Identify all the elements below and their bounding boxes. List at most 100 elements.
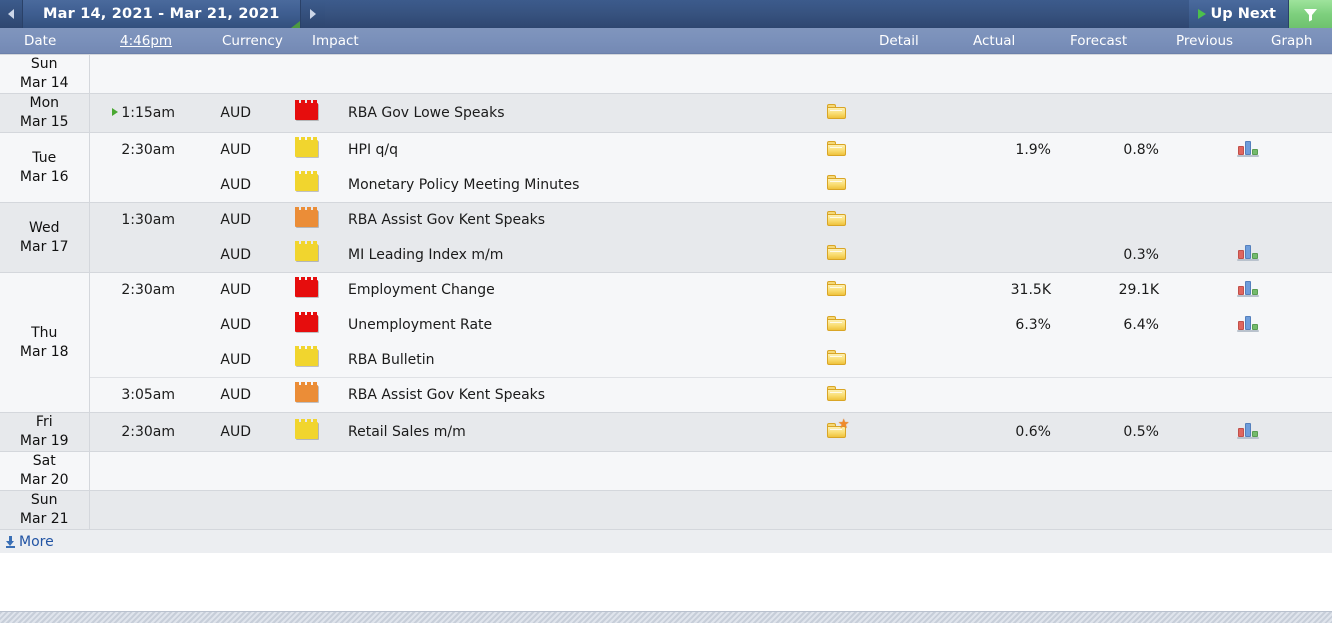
- next-week-button[interactable]: [301, 0, 325, 28]
- column-header-actual[interactable]: Actual: [973, 33, 1015, 49]
- impact-red-icon[interactable]: [295, 103, 318, 120]
- graph-cell[interactable]: [1177, 238, 1332, 273]
- column-header-time[interactable]: 4:46pm: [120, 33, 172, 49]
- impact-orange-icon[interactable]: [295, 385, 318, 402]
- folder-icon[interactable]: [827, 104, 846, 119]
- event-cell[interactable]: RBA Gov Lowe Speaks: [337, 94, 797, 133]
- impact-yellow-icon[interactable]: [295, 174, 318, 191]
- graph-cell[interactable]: [1177, 308, 1332, 343]
- impact-cell[interactable]: [275, 491, 337, 530]
- folder-icon[interactable]: [827, 350, 846, 365]
- impact-red-icon[interactable]: [295, 280, 318, 297]
- impact-orange-icon[interactable]: [295, 210, 318, 227]
- table-row[interactable]: 3:05amAUDRBA Assist Gov Kent Speaks: [0, 378, 1332, 413]
- table-row[interactable]: AUDUnemployment Rate6.3%6.4%: [0, 308, 1332, 343]
- detail-cell[interactable]: [797, 343, 875, 378]
- folder-icon[interactable]: [827, 386, 846, 401]
- event-cell[interactable]: RBA Assist Gov Kent Speaks: [337, 378, 797, 413]
- column-header-date[interactable]: Date: [24, 33, 56, 49]
- column-header-previous[interactable]: Previous: [1176, 33, 1233, 49]
- detail-cell[interactable]: [797, 94, 875, 133]
- table-row[interactable]: FriMar 192:30amAUDRetail Sales m/m★0.6%0…: [0, 413, 1332, 452]
- impact-yellow-icon[interactable]: [295, 244, 318, 261]
- bar-chart-icon[interactable]: [1237, 422, 1259, 439]
- folder-icon[interactable]: [827, 175, 846, 190]
- impact-cell[interactable]: [275, 413, 337, 452]
- column-header-forecast[interactable]: Forecast: [1070, 33, 1127, 49]
- graph-cell[interactable]: [1177, 413, 1332, 452]
- detail-cell[interactable]: [797, 238, 875, 273]
- graph-cell[interactable]: [1177, 491, 1332, 530]
- more-link[interactable]: More: [19, 534, 54, 550]
- event-cell[interactable]: HPI q/q: [337, 133, 797, 168]
- column-header-detail[interactable]: Detail: [879, 33, 919, 49]
- impact-cell[interactable]: [275, 273, 337, 308]
- detail-cell[interactable]: [797, 203, 875, 238]
- bar-chart-icon[interactable]: [1237, 280, 1259, 297]
- table-row[interactable]: SunMar 21: [0, 491, 1332, 530]
- resize-handle[interactable]: [0, 611, 1332, 623]
- folder-icon[interactable]: [827, 316, 846, 331]
- graph-cell[interactable]: [1177, 203, 1332, 238]
- impact-cell[interactable]: [275, 94, 337, 133]
- impact-cell[interactable]: [275, 308, 337, 343]
- event-cell[interactable]: Monetary Policy Meeting Minutes: [337, 168, 797, 203]
- filter-button[interactable]: [1288, 0, 1332, 28]
- event-cell[interactable]: Employment Change: [337, 273, 797, 308]
- bar-chart-icon[interactable]: [1237, 315, 1259, 332]
- detail-cell[interactable]: [797, 133, 875, 168]
- event-cell[interactable]: [337, 491, 797, 530]
- impact-yellow-icon[interactable]: [295, 422, 318, 439]
- graph-cell[interactable]: [1177, 273, 1332, 308]
- column-header-impact[interactable]: Impact: [312, 33, 359, 49]
- table-row[interactable]: WedMar 171:30amAUDRBA Assist Gov Kent Sp…: [0, 203, 1332, 238]
- table-row[interactable]: MonMar 151:15amAUDRBA Gov Lowe Speaks: [0, 94, 1332, 133]
- folder-icon[interactable]: [827, 281, 846, 296]
- impact-yellow-icon[interactable]: [295, 349, 318, 366]
- event-cell[interactable]: Unemployment Rate: [337, 308, 797, 343]
- table-row[interactable]: SunMar 14: [0, 55, 1332, 94]
- graph-cell[interactable]: [1177, 343, 1332, 378]
- impact-cell[interactable]: [275, 343, 337, 378]
- detail-cell[interactable]: [797, 55, 875, 94]
- graph-cell[interactable]: [1177, 55, 1332, 94]
- bar-chart-icon[interactable]: [1237, 244, 1259, 261]
- column-header-currency[interactable]: Currency: [222, 33, 283, 49]
- detail-cell[interactable]: [797, 491, 875, 530]
- detail-cell[interactable]: [797, 273, 875, 308]
- graph-cell[interactable]: [1177, 94, 1332, 133]
- impact-cell[interactable]: [275, 452, 337, 491]
- table-row[interactable]: SatMar 20: [0, 452, 1332, 491]
- impact-cell[interactable]: [275, 133, 337, 168]
- folder-star-icon[interactable]: ★: [827, 423, 846, 438]
- impact-cell[interactable]: [275, 378, 337, 413]
- detail-cell[interactable]: [797, 168, 875, 203]
- table-row[interactable]: AUDMI Leading Index m/m0.3%: [0, 238, 1332, 273]
- event-cell[interactable]: RBA Bulletin: [337, 343, 797, 378]
- folder-icon[interactable]: [827, 211, 846, 226]
- table-row[interactable]: TueMar 162:30amAUDHPI q/q1.9%0.8%: [0, 133, 1332, 168]
- detail-cell[interactable]: ★: [797, 413, 875, 452]
- impact-yellow-icon[interactable]: [295, 140, 318, 157]
- bar-chart-icon[interactable]: [1237, 140, 1259, 157]
- table-row[interactable]: ThuMar 182:30amAUDEmployment Change31.5K…: [0, 273, 1332, 308]
- graph-cell[interactable]: [1177, 452, 1332, 491]
- impact-red-icon[interactable]: [295, 315, 318, 332]
- impact-cell[interactable]: [275, 238, 337, 273]
- event-cell[interactable]: [337, 452, 797, 491]
- event-cell[interactable]: [337, 55, 797, 94]
- up-next-button[interactable]: Up Next: [1189, 0, 1288, 28]
- column-header-graph[interactable]: Graph: [1271, 33, 1312, 49]
- date-range-selector[interactable]: Mar 14, 2021 - Mar 21, 2021: [22, 0, 301, 28]
- detail-cell[interactable]: [797, 452, 875, 491]
- detail-cell[interactable]: [797, 378, 875, 413]
- folder-icon[interactable]: [827, 141, 846, 156]
- table-row[interactable]: AUDMonetary Policy Meeting Minutes: [0, 168, 1332, 203]
- detail-cell[interactable]: [797, 308, 875, 343]
- impact-cell[interactable]: [275, 203, 337, 238]
- table-row[interactable]: AUDRBA Bulletin: [0, 343, 1332, 378]
- event-cell[interactable]: MI Leading Index m/m: [337, 238, 797, 273]
- graph-cell[interactable]: [1177, 168, 1332, 203]
- impact-cell[interactable]: [275, 168, 337, 203]
- graph-cell[interactable]: [1177, 133, 1332, 168]
